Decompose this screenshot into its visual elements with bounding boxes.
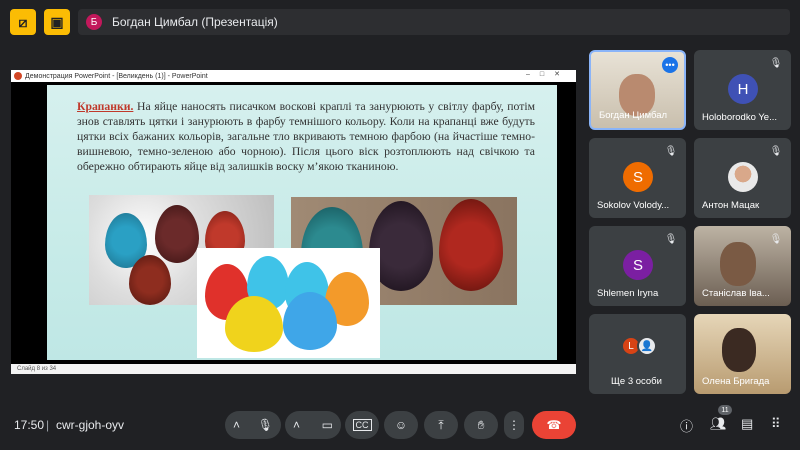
emoji-icon: ☺ [394,418,408,432]
activities-icon[interactable]: ⠿ [771,416,781,432]
info-icon[interactable]: ⓘ [680,416,693,435]
participant-tile[interactable]: Олена Бригада [694,314,791,394]
powerpoint-titlebar: Демонстрация PowerPoint - [Великдень (1)… [11,70,576,82]
participant-name: Sokolov Volody... [597,200,670,211]
participant-count: 11 [718,405,732,415]
slide-body: На яйце наносять писачком воскові краплі… [77,100,535,173]
presenter-label: Богдан Цимбал (Презентація) [112,15,278,29]
clock: 17:50 [14,418,45,432]
slide: Крапанки. На яйце наносять писачком воск… [47,85,557,360]
captions-button[interactable]: CC [345,411,379,439]
participant-tile[interactable]: 🎙︎ Станіслав Іва... [694,226,791,306]
slide-photo-eggs-dotted [197,248,380,358]
avatar-photo [728,162,758,192]
participant-name: Олена Бригада [702,376,770,387]
mic-off-icon: 🎙︎ [664,145,678,157]
participant-tile[interactable]: 🎙︎ H Holoborodko Ye... [694,50,791,130]
raise-hand-icon: ✋︎ [477,417,485,432]
separator: | [46,418,50,432]
mic-off-icon: 🎙︎ [769,233,783,245]
participant-name: Holoborodko Ye... [702,112,778,123]
leave-call-button[interactable]: ☎︎ [532,411,576,439]
powerpoint-icon [14,72,22,80]
more-options-button[interactable]: ⋮ [504,411,524,439]
participant-tile-self[interactable]: ••• Богдан Цимбал [589,50,686,130]
participant-name: Ще 3 особи [611,376,662,387]
participant-name: Антон Мацак [702,200,760,211]
mic-control[interactable]: ˄ 🎙︎ [225,411,281,439]
whiteboard-button[interactable]: ▣ [44,9,70,35]
mic-icon[interactable]: 🎙︎ [258,418,273,432]
present-button[interactable]: ⤒ [424,411,458,439]
presenter-banner: Б Богдан Цимбал (Презентація) [78,9,790,35]
presenter-avatar: Б [86,14,102,30]
participant-tile[interactable]: 🎙︎ Антон Мацак [694,138,791,218]
chevron-up-icon[interactable]: ˄ [233,418,240,432]
participant-name: Shlemen Iryna [597,288,659,299]
chat-icon[interactable]: ▤ [741,416,753,432]
window-controls: –□✕ [526,71,570,78]
more-icon: ⋮ [508,418,520,432]
people-icon[interactable]: 👥︎ [710,416,727,432]
more-options-icon[interactable]: ••• [662,57,678,73]
participant-name: Богдан Цимбал [599,110,668,121]
powerpoint-title: Демонстрация PowerPoint - [Великдень (1)… [25,72,208,80]
more-participants-avatars: L 👤 [621,336,657,356]
mic-off-icon: 🎙︎ [769,145,783,157]
participant-name: Станіслав Іва... [702,288,770,299]
hide-self-icon: ⧄ [18,13,28,30]
powerpoint-statusbar: Слайд 8 из 34 [11,364,576,374]
hide-tiles-button[interactable]: ⧄ [10,9,36,35]
raise-hand-button[interactable]: ✋︎ [464,411,498,439]
captions-icon: CC [352,419,372,431]
slide-counter: Слайд 8 из 34 [17,366,57,372]
avatar: S [623,250,653,280]
participant-video [722,328,756,372]
camera-icon[interactable]: ▭ [322,418,333,432]
mic-off-icon: 🎙︎ [664,233,678,245]
avatar: S [623,162,653,192]
mic-off-icon: 🎙︎ [769,57,783,69]
bottom-toolbar: 17:50 | cwr-gjoh-oyv ˄ 🎙︎ ˄ ▭ CC ☺ ⤒ ✋︎ … [0,400,800,450]
trash-icon: ▣ [50,13,64,30]
present-icon: ⤒ [438,417,444,432]
camera-control[interactable]: ˄ ▭ [285,411,341,439]
emoji-button[interactable]: ☺ [384,411,418,439]
meeting-code: cwr-gjoh-oyv [56,418,125,432]
more-participants-tile[interactable]: L 👤 Ще 3 особи [589,314,686,394]
person-icon: 👤 [637,336,657,356]
participant-video [720,242,756,286]
slide-keyword: Крапанки. [77,100,134,113]
chevron-up-icon[interactable]: ˄ [293,418,300,432]
avatar: H [728,74,758,104]
slide-text: Крапанки. На яйце наносять писачком воск… [77,99,535,174]
participant-tile[interactable]: 🎙︎ S Sokolov Volody... [589,138,686,218]
end-call-icon: ☎︎ [546,418,562,432]
participant-tile[interactable]: 🎙︎ S Shlemen Iryna [589,226,686,306]
shared-screen: Демонстрация PowerPoint - [Великдень (1)… [11,70,576,374]
